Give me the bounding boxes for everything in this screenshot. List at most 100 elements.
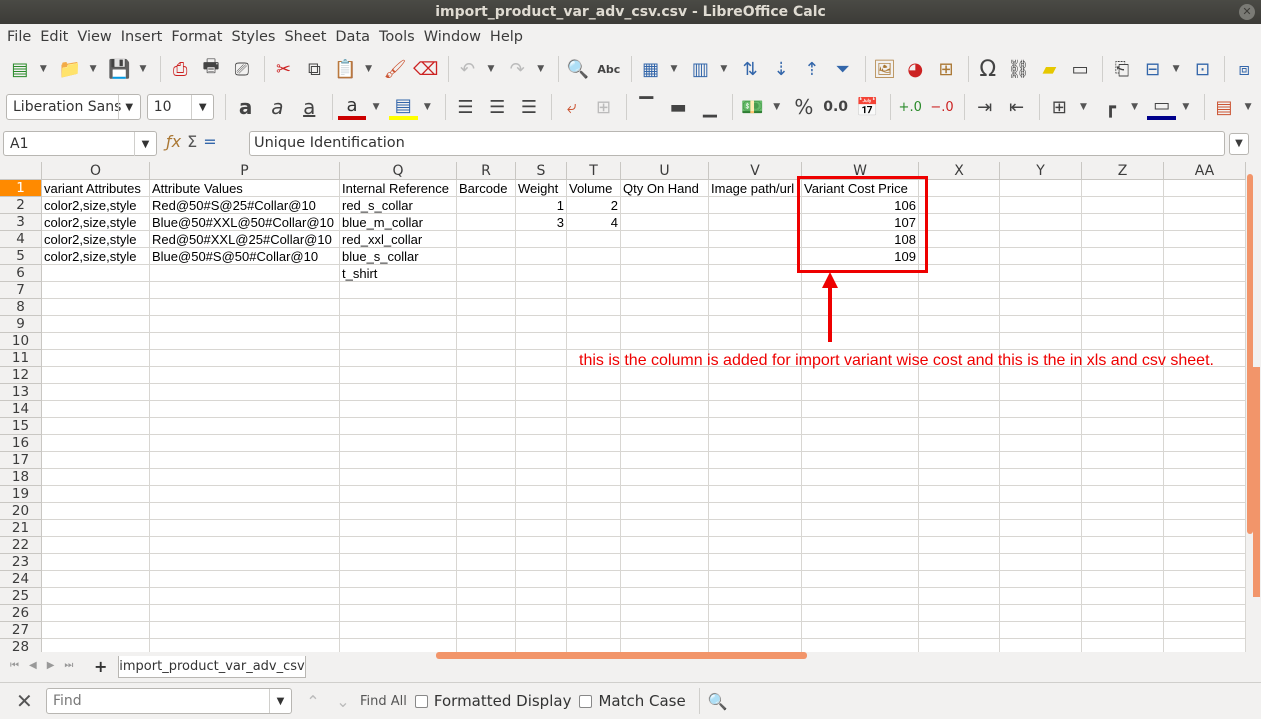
cell-r26[interactable]: [457, 605, 516, 622]
cell-aa26[interactable]: [1164, 605, 1246, 622]
cell-x25[interactable]: [919, 588, 1000, 605]
cell-z25[interactable]: [1082, 588, 1164, 605]
cell-y17[interactable]: [1000, 452, 1082, 469]
menu-format[interactable]: Format: [167, 29, 226, 45]
cell-y23[interactable]: [1000, 554, 1082, 571]
conditional-dropdown-icon[interactable]: ▼: [1241, 92, 1254, 122]
cell-v5[interactable]: [709, 248, 802, 265]
cell-u19[interactable]: [621, 486, 709, 503]
column-dropdown-icon[interactable]: ▼: [717, 54, 730, 84]
cell-x2[interactable]: [919, 197, 1000, 214]
cell-w19[interactable]: [802, 486, 919, 503]
menu-sheet[interactable]: Sheet: [280, 29, 330, 45]
cell-s26[interactable]: [516, 605, 567, 622]
column-header-r[interactable]: R: [457, 162, 516, 180]
cell-y24[interactable]: [1000, 571, 1082, 588]
cell-p23[interactable]: [150, 554, 340, 571]
cell-s20[interactable]: [516, 503, 567, 520]
cell-s9[interactable]: [516, 316, 567, 333]
menu-help[interactable]: Help: [486, 29, 527, 45]
open-dropdown-icon[interactable]: ▼: [87, 54, 100, 84]
select-all-corner[interactable]: [0, 162, 42, 180]
align-bottom-icon[interactable]: ▁: [695, 92, 724, 122]
cell-p15[interactable]: [150, 418, 340, 435]
spelling-icon[interactable]: Abc: [595, 54, 623, 84]
cell-s25[interactable]: [516, 588, 567, 605]
cell-s4[interactable]: [516, 231, 567, 248]
borders-icon[interactable]: ⊞: [1045, 92, 1074, 122]
cell-y19[interactable]: [1000, 486, 1082, 503]
italic-icon[interactable]: a: [263, 92, 292, 122]
column-header-u[interactable]: U: [621, 162, 709, 180]
cell-x13[interactable]: [919, 384, 1000, 401]
chevron-down-icon[interactable]: ▼: [134, 132, 156, 156]
cell-s27[interactable]: [516, 622, 567, 639]
font-name-combo[interactable]: Liberation Sans ▼: [6, 94, 141, 120]
column-header-aa[interactable]: AA: [1164, 162, 1246, 180]
cell-v20[interactable]: [709, 503, 802, 520]
cell-x7[interactable]: [919, 282, 1000, 299]
hyperlink-icon[interactable]: ⛓: [1005, 54, 1033, 84]
cell-r10[interactable]: [457, 333, 516, 350]
cell-z26[interactable]: [1082, 605, 1164, 622]
cell-r25[interactable]: [457, 588, 516, 605]
cell-v14[interactable]: [709, 401, 802, 418]
cell-t23[interactable]: [567, 554, 621, 571]
font-color-icon[interactable]: a: [337, 94, 367, 120]
cell-p14[interactable]: [150, 401, 340, 418]
cell-p26[interactable]: [150, 605, 340, 622]
cell-w14[interactable]: [802, 401, 919, 418]
cell-s28[interactable]: [516, 639, 567, 652]
cell-z21[interactable]: [1082, 520, 1164, 537]
cell-p25[interactable]: [150, 588, 340, 605]
border-style-dropdown-icon[interactable]: ▼: [1128, 92, 1141, 122]
cell-s10[interactable]: [516, 333, 567, 350]
cell-r4[interactable]: [457, 231, 516, 248]
border-color-icon[interactable]: ▭: [1147, 94, 1177, 120]
cell-r1[interactable]: Barcode: [457, 180, 516, 197]
cell-o4[interactable]: color2,size,style: [42, 231, 150, 248]
cell-q15[interactable]: [340, 418, 457, 435]
row-header-18[interactable]: 18: [0, 469, 42, 486]
cell-y15[interactable]: [1000, 418, 1082, 435]
cell-aa21[interactable]: [1164, 520, 1246, 537]
cell-s17[interactable]: [516, 452, 567, 469]
cell-s7[interactable]: [516, 282, 567, 299]
cell-aa5[interactable]: [1164, 248, 1246, 265]
cell-w4[interactable]: 108: [802, 231, 919, 248]
cell-p24[interactable]: [150, 571, 340, 588]
cell-o24[interactable]: [42, 571, 150, 588]
cell-w20[interactable]: [802, 503, 919, 520]
cell-o9[interactable]: [42, 316, 150, 333]
cell-z20[interactable]: [1082, 503, 1164, 520]
save-dropdown-icon[interactable]: ▼: [136, 54, 149, 84]
font-color-dropdown-icon[interactable]: ▼: [369, 92, 382, 122]
cut-icon[interactable]: ✂: [270, 54, 298, 84]
cell-aa8[interactable]: [1164, 299, 1246, 316]
cell-u20[interactable]: [621, 503, 709, 520]
cell-u15[interactable]: [621, 418, 709, 435]
cell-w27[interactable]: [802, 622, 919, 639]
new-document-icon[interactable]: ▤: [6, 54, 34, 84]
row-header-7[interactable]: 7: [0, 282, 42, 299]
cell-t27[interactable]: [567, 622, 621, 639]
column-header-p[interactable]: P: [150, 162, 340, 180]
cell-w15[interactable]: [802, 418, 919, 435]
cell-x16[interactable]: [919, 435, 1000, 452]
align-center-icon[interactable]: ☰: [483, 92, 512, 122]
cell-x26[interactable]: [919, 605, 1000, 622]
row-header-4[interactable]: 4: [0, 231, 42, 248]
cell-aa3[interactable]: [1164, 214, 1246, 231]
cell-q17[interactable]: [340, 452, 457, 469]
open-folder-icon[interactable]: 📁: [56, 54, 84, 84]
cell-u21[interactable]: [621, 520, 709, 537]
cell-z15[interactable]: [1082, 418, 1164, 435]
row-header-28[interactable]: 28: [0, 639, 42, 652]
cell-t17[interactable]: [567, 452, 621, 469]
cell-t9[interactable]: [567, 316, 621, 333]
redo-icon[interactable]: ↷: [503, 54, 531, 84]
cell-t15[interactable]: [567, 418, 621, 435]
cell-aa7[interactable]: [1164, 282, 1246, 299]
cell-t16[interactable]: [567, 435, 621, 452]
cell-t2[interactable]: 2: [567, 197, 621, 214]
